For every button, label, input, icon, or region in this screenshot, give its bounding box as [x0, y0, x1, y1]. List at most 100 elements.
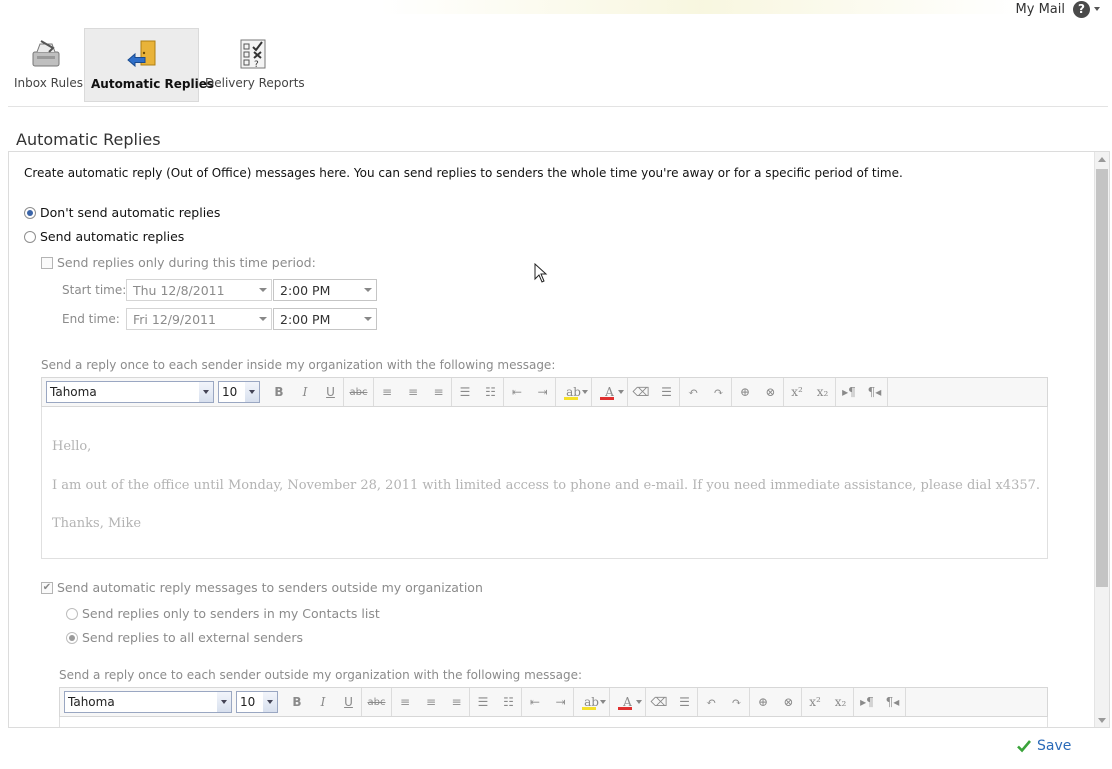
rtl-direction-icon[interactable]: ¶◂ — [862, 378, 888, 406]
scroll-up-button[interactable] — [1095, 152, 1109, 166]
chevron-down-icon — [245, 382, 259, 402]
time-period-option[interactable]: Send replies only during this time perio… — [41, 255, 316, 270]
outside-message-label: Send a reply once to each sender outside… — [59, 668, 583, 682]
highlight-button[interactable]: ab — [574, 688, 610, 716]
help-menu[interactable]: ? — [1073, 0, 1100, 18]
font-color-button[interactable]: A — [610, 688, 646, 716]
subscript-button[interactable]: x₂ — [810, 378, 836, 406]
eraser-icon[interactable]: ⌫ — [628, 378, 654, 406]
options-tabs: Inbox Rules Automatic Replies ? Delivery… — [8, 28, 307, 102]
tab-automatic-replies[interactable]: Automatic Replies — [84, 28, 215, 102]
end-time-label: End time: — [62, 312, 120, 326]
undo-icon[interactable]: ↶ — [680, 378, 706, 406]
align-center-icon[interactable]: ≡ — [400, 378, 426, 406]
rtl-direction-icon[interactable]: ¶◂ — [880, 688, 906, 716]
dont-send-radio[interactable] — [24, 206, 36, 219]
insert-link-icon[interactable]: ⊕ — [732, 378, 758, 406]
all-external-radio[interactable] — [66, 631, 78, 644]
end-time-value: 2:00 PM — [280, 311, 331, 327]
bold-button[interactable]: B — [284, 688, 310, 716]
remove-link-icon[interactable]: ⊗ — [776, 688, 802, 716]
superscript-button[interactable]: x² — [784, 378, 810, 406]
tab-inbox-rules[interactable]: Inbox Rules — [8, 28, 84, 102]
intro-text: Create automatic reply (Out of Office) m… — [24, 166, 903, 180]
outside-senders-checkbox[interactable]: ✔ — [41, 581, 53, 594]
decrease-indent-icon[interactable]: ⇤ — [522, 688, 548, 716]
inside-editor-toolbar: Tahoma 10 B I U abc ≡ ≡ ≡ ☰ ☷ ⇤ ⇥ ab A ⌫… — [41, 377, 1048, 407]
strikethrough-button[interactable]: abc — [344, 378, 374, 406]
superscript-button[interactable]: x² — [802, 688, 828, 716]
my-mail-link[interactable]: My Mail — [1016, 2, 1065, 17]
align-right-icon[interactable]: ≡ — [444, 688, 470, 716]
increase-indent-icon[interactable]: ⇥ — [548, 688, 574, 716]
start-date-select[interactable]: Thu 12/8/2011 — [126, 279, 272, 301]
scroll-down-icon — [1098, 717, 1106, 723]
end-time-select[interactable]: 2:00 PM — [273, 308, 377, 330]
outside-message-editor[interactable] — [59, 717, 1048, 727]
subscript-button[interactable]: x₂ — [828, 688, 854, 716]
ltr-direction-icon[interactable]: ▸¶ — [854, 688, 880, 716]
tab-delivery-reports[interactable]: ? Delivery Reports — [199, 28, 307, 102]
insert-link-icon[interactable]: ⊕ — [750, 688, 776, 716]
increase-indent-icon[interactable]: ⇥ — [530, 378, 556, 406]
panel-scrollbar[interactable] — [1094, 152, 1109, 727]
redo-icon[interactable]: ↷ — [706, 378, 732, 406]
align-left-icon[interactable]: ≡ — [374, 378, 400, 406]
decrease-indent-icon[interactable]: ⇤ — [504, 378, 530, 406]
chevron-down-icon — [636, 700, 642, 704]
undo-icon[interactable]: ↶ — [698, 688, 724, 716]
font-color-bar — [600, 397, 614, 400]
font-name-select[interactable]: Tahoma — [46, 381, 214, 403]
remove-link-icon[interactable]: ⊗ — [758, 378, 784, 406]
bold-button[interactable]: B — [266, 378, 292, 406]
send-label: Send automatic replies — [40, 229, 185, 244]
scrollbar-thumb[interactable] — [1096, 169, 1108, 587]
font-name-select[interactable]: Tahoma — [64, 691, 232, 713]
align-left-icon[interactable]: ≡ — [392, 688, 418, 716]
dont-send-option[interactable]: Don't send automatic replies — [24, 205, 220, 220]
save-button[interactable]: Save — [1016, 738, 1071, 754]
numbered-list-icon[interactable]: ☷ — [478, 378, 504, 406]
font-size-select[interactable]: 10 — [236, 691, 278, 713]
bullet-list-icon[interactable]: ☰ — [452, 378, 478, 406]
italic-button[interactable]: I — [292, 378, 318, 406]
font-color-button[interactable]: A — [592, 378, 628, 406]
font-size-select[interactable]: 10 — [218, 381, 260, 403]
send-radio[interactable] — [24, 230, 36, 243]
dont-send-label: Don't send automatic replies — [40, 205, 221, 220]
chevron-down-icon — [364, 317, 372, 321]
all-external-option[interactable]: Send replies to all external senders — [66, 630, 303, 645]
contacts-only-option[interactable]: Send replies only to senders in my Conta… — [66, 606, 380, 621]
eraser-icon[interactable]: ⌫ — [646, 688, 672, 716]
redo-icon[interactable]: ↷ — [724, 688, 750, 716]
chevron-down-icon — [582, 390, 588, 394]
contacts-only-radio[interactable] — [66, 607, 78, 620]
mouse-cursor-icon — [534, 263, 548, 283]
italic-button[interactable]: I — [310, 688, 336, 716]
format-paragraph-icon[interactable]: ☰ — [654, 378, 680, 406]
ltr-direction-icon[interactable]: ▸¶ — [836, 378, 862, 406]
align-center-icon[interactable]: ≡ — [418, 688, 444, 716]
align-right-icon[interactable]: ≡ — [426, 378, 452, 406]
numbered-list-icon[interactable]: ☷ — [496, 688, 522, 716]
underline-button[interactable]: U — [318, 378, 344, 406]
chevron-down-icon — [259, 288, 267, 292]
underline-button[interactable]: U — [336, 688, 362, 716]
end-date-select[interactable]: Fri 12/9/2011 — [126, 308, 272, 330]
send-option[interactable]: Send automatic replies — [24, 229, 184, 244]
top-bar: My Mail ? — [1016, 0, 1100, 18]
help-icon: ? — [1073, 0, 1090, 18]
tab-label: Automatic Replies — [91, 77, 215, 91]
inside-message-editor[interactable]: Hello, I am out of the office until Mond… — [41, 407, 1048, 559]
outside-senders-option[interactable]: ✔ Send automatic reply messages to sende… — [41, 580, 483, 595]
message-line: Thanks, Mike — [52, 516, 142, 531]
format-paragraph-icon[interactable]: ☰ — [672, 688, 698, 716]
highlight-button[interactable]: ab — [556, 378, 592, 406]
message-line: I am out of the office until Monday, Nov… — [52, 478, 1041, 493]
start-time-select[interactable]: 2:00 PM — [273, 279, 377, 301]
strikethrough-button[interactable]: abc — [362, 688, 392, 716]
bullet-list-icon[interactable]: ☰ — [470, 688, 496, 716]
font-size-value: 10 — [240, 695, 256, 709]
time-period-checkbox[interactable] — [41, 256, 53, 269]
scroll-down-button[interactable] — [1095, 713, 1109, 727]
